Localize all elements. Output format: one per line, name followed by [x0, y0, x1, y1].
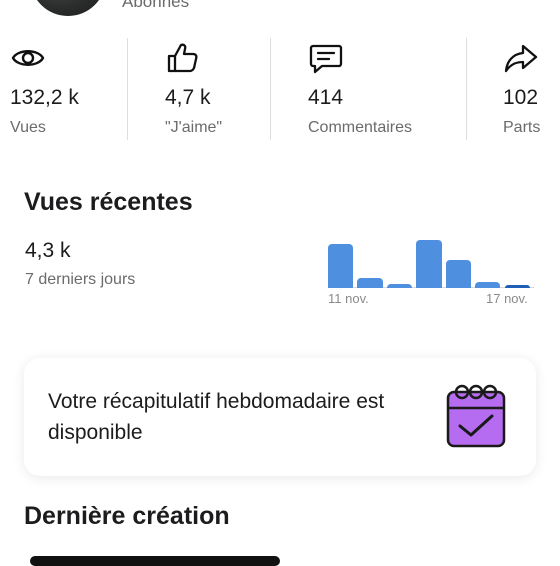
- thumbs-up-icon: [167, 43, 198, 73]
- stat-value: 414: [308, 86, 344, 109]
- latest-creation-title: Dernière création: [24, 502, 230, 530]
- calendar-check-icon: [446, 384, 506, 448]
- chart-bar: [357, 278, 383, 288]
- chart-bar: [386, 284, 413, 288]
- avatar[interactable]: [30, 0, 106, 16]
- chart-bar: [328, 244, 354, 288]
- chart-bar: [416, 240, 442, 288]
- weekly-summary-card[interactable]: Votre récapitulatif hebdomadaire est dis…: [24, 358, 536, 476]
- recent-views-value: 4,3 k: [25, 239, 71, 262]
- divider: [127, 38, 128, 140]
- stat-label: "J'aime": [165, 119, 223, 136]
- divider: [270, 38, 271, 140]
- chart-end-label: 17 nov.: [486, 291, 528, 306]
- stats-row: 132,2 k Vues 4,7 k "J'aime" 414 Commenta…: [0, 38, 560, 140]
- latest-creation-preview[interactable]: [30, 556, 280, 566]
- stat-label: Vues: [10, 119, 46, 136]
- eye-icon: [11, 50, 45, 66]
- stat-label: Commentaires: [308, 119, 413, 136]
- stat-label: Parts: [503, 119, 541, 136]
- recent-views-title: Vues récentes: [24, 188, 193, 216]
- weekly-summary-text: Votre récapitulatif hebdomadaire est dis…: [48, 390, 385, 444]
- chart-bar: [445, 260, 471, 288]
- recent-views-period: 7 derniers jours: [25, 271, 136, 288]
- stat-value: 102: [503, 86, 539, 109]
- recent-views-chart[interactable]: [320, 228, 540, 288]
- chart-bar: [504, 285, 530, 288]
- divider: [466, 38, 467, 140]
- chart-bar: [475, 282, 501, 288]
- stat-value: 4,7 k: [165, 86, 211, 109]
- subscribers-label: Abonnés: [122, 0, 190, 11]
- chart-start-label: 11 nov.: [328, 291, 369, 306]
- share-icon: [504, 44, 538, 73]
- comment-icon: [309, 44, 343, 74]
- stat-value: 132,2 k: [10, 86, 79, 109]
